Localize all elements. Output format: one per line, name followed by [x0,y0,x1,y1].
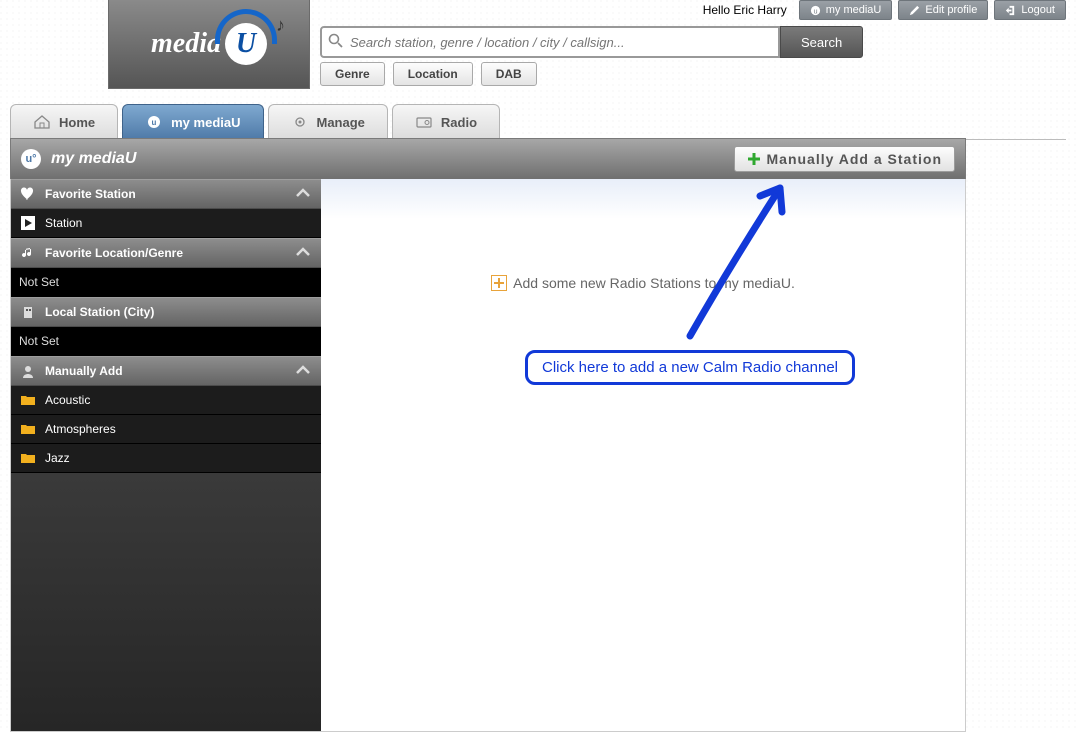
gear-icon [291,115,309,129]
sidebar-fill [11,473,321,731]
chevron-up-icon [295,187,311,202]
sidebar-section-manually-add[interactable]: Manually Add [11,356,321,386]
item-label: Acoustic [45,393,90,407]
logo-text: media [151,28,221,60]
search-bar: Search [320,26,863,58]
music-icon [19,245,37,261]
toplink-my-mediau-label: my mediaU [826,4,882,16]
content-area: Favorite Station Station Favorite Locati… [10,179,966,732]
logo-badge: U ♪ [225,23,267,65]
sidebar-section-favorite-location-genre[interactable]: Favorite Location/Genre [11,238,321,268]
main-tabs: Home u my mediaU Manage Radio [10,104,1066,140]
search-input[interactable] [320,26,780,58]
filter-location[interactable]: Location [393,62,473,86]
building-icon [19,304,37,320]
filter-genre[interactable]: Genre [320,62,385,86]
tab-home[interactable]: Home [10,104,118,139]
section-label: Local Station (City) [45,305,154,319]
filter-row: Genre Location DAB [320,62,537,86]
svg-text:u: u [813,6,817,15]
tab-my-mediau[interactable]: u my mediaU [122,104,263,139]
chevron-up-icon [295,246,311,261]
sidebar-item-station[interactable]: Station [11,209,321,238]
item-label: Atmospheres [45,422,116,436]
top-bar: media U ♪ Hello Eric Harry u my mediaU E… [0,0,1076,88]
music-note-icon: ♪ [276,15,285,36]
tab-radio-label: Radio [441,115,477,130]
tab-home-label: Home [59,115,95,130]
filter-dab[interactable]: DAB [481,62,537,86]
sidebar: Favorite Station Station Favorite Locati… [11,179,321,731]
headphones-icon [215,9,277,44]
sidebar-section-local-station[interactable]: Local Station (City) [11,297,321,327]
tab-my-mediau-label: my mediaU [171,115,240,130]
greeting-text: Hello Eric Harry [703,3,787,17]
sidebar-item-not-set-1: Not Set [11,268,321,297]
toplink-edit-profile[interactable]: Edit profile [898,0,988,20]
radio-icon [415,115,433,129]
manually-add-station-button[interactable]: Manually Add a Station [734,146,956,172]
empty-state-text: Add some new Radio Stations to my mediaU… [513,275,795,291]
user-row: Hello Eric Harry u my mediaU Edit profil… [703,0,1066,20]
sidebar-item-acoustic[interactable]: Acoustic [11,386,321,415]
annotation-text: Click here to add a new Calm Radio chann… [542,359,838,376]
toplink-logout[interactable]: Logout [994,0,1066,20]
heart-icon [19,186,37,202]
item-label: Station [45,216,82,230]
section-label: Favorite Station [45,187,136,201]
logout-icon [1005,5,1016,16]
toplink-my-mediau[interactable]: u my mediaU [799,0,893,20]
play-icon [19,215,37,231]
badge-icon: u [145,115,163,129]
plus-box-icon [491,275,507,291]
plus-icon [747,152,761,166]
tab-radio[interactable]: Radio [392,104,500,139]
sidebar-item-jazz[interactable]: Jazz [11,444,321,473]
page-title-wrap: u° my mediaU [21,149,136,169]
chevron-up-icon [295,364,311,379]
manually-add-station-label: Manually Add a Station [767,151,943,167]
logo[interactable]: media U ♪ [108,0,310,89]
folder-icon [19,421,37,437]
badge-icon: u° [21,149,41,169]
pencil-icon [909,5,920,16]
section-label: Manually Add [45,364,123,378]
tab-manage-label: Manage [317,115,365,130]
badge-icon: u [810,5,821,16]
page-title: my mediaU [51,150,136,168]
item-label: Not Set [19,275,59,289]
sidebar-item-atmospheres[interactable]: Atmospheres [11,415,321,444]
page-header: u° my mediaU Manually Add a Station [10,138,966,180]
toplink-edit-profile-label: Edit profile [925,4,977,16]
folder-icon [19,450,37,466]
sidebar-item-not-set-2: Not Set [11,327,321,356]
tab-manage[interactable]: Manage [268,104,388,139]
svg-text:u: u [152,118,157,127]
annotation-callout: Click here to add a new Calm Radio chann… [525,350,855,385]
main-panel: Add some new Radio Stations to my mediaU… [321,179,965,731]
home-icon [33,115,51,129]
toplink-logout-label: Logout [1021,4,1055,16]
sidebar-section-favorite-station[interactable]: Favorite Station [11,179,321,209]
search-button[interactable]: Search [780,26,863,58]
section-label: Favorite Location/Genre [45,246,183,260]
person-icon [19,363,37,379]
empty-state: Add some new Radio Stations to my mediaU… [321,275,965,291]
item-label: Not Set [19,334,59,348]
item-label: Jazz [45,451,70,465]
folder-icon [19,392,37,408]
